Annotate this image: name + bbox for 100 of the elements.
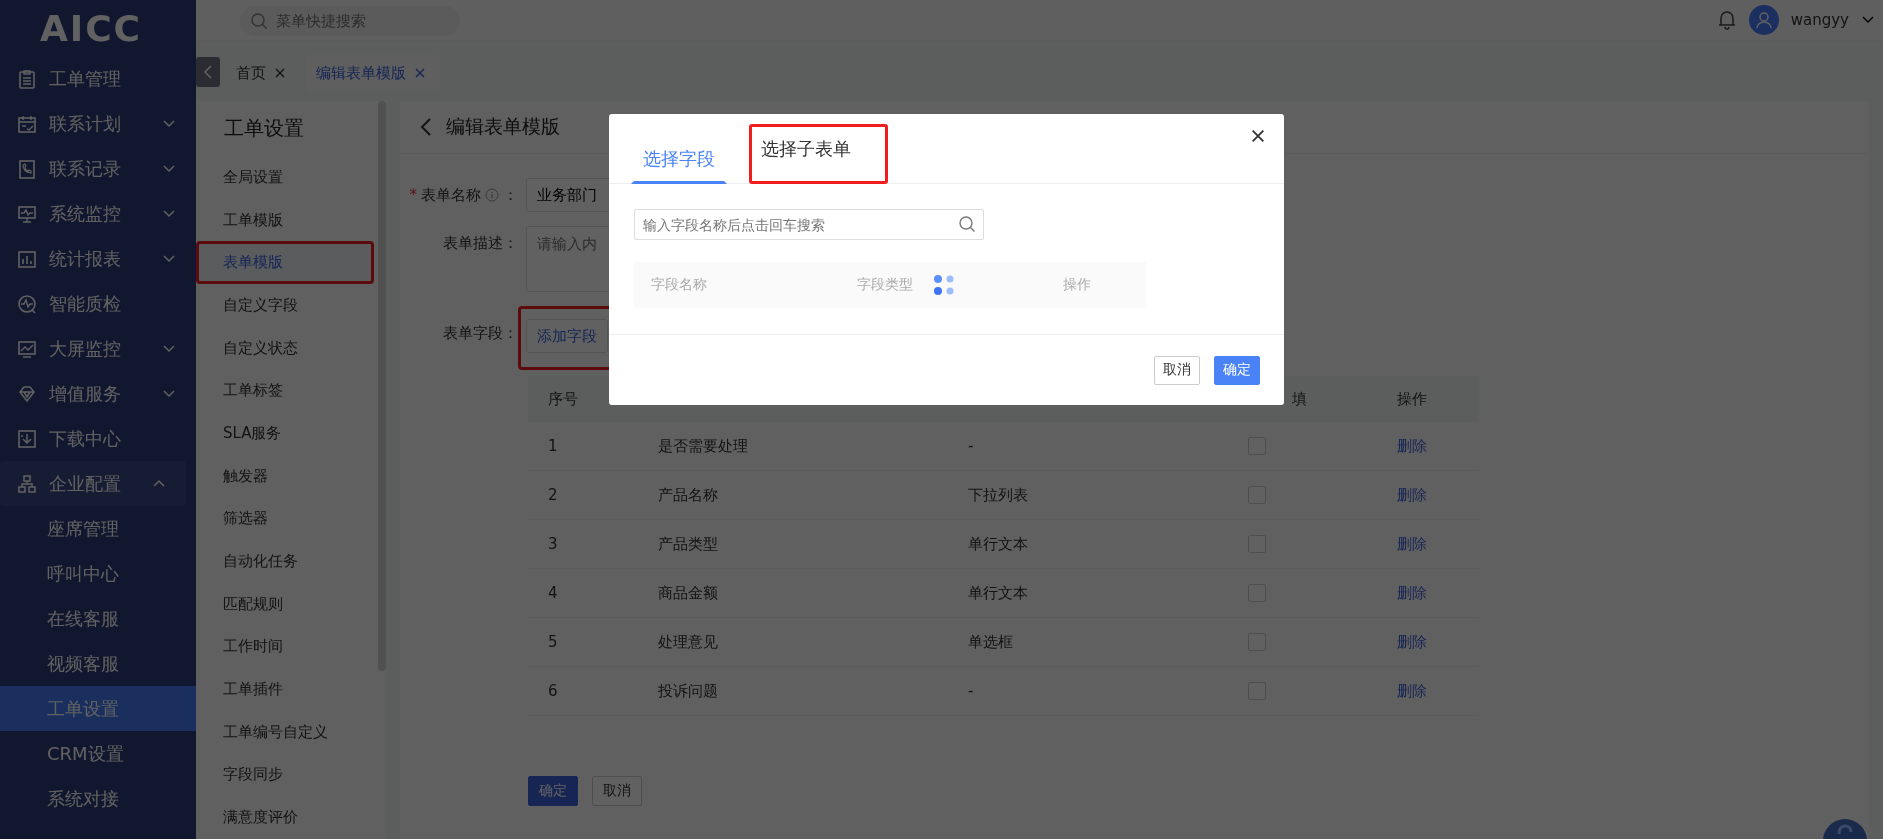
field-search-input[interactable]: 输入字段名称后点击回车搜索 — [634, 209, 984, 240]
table-cell: - — [948, 422, 1228, 471]
delete-link[interactable]: 删除 — [1397, 681, 1427, 700]
table-cell: 1 — [528, 422, 638, 471]
settings-menu-item[interactable]: 自动化任务 — [196, 540, 374, 583]
table-cell: 单选框 — [948, 617, 1228, 667]
nav-subitem[interactable]: 在线客服 — [0, 596, 196, 641]
settings-menu-item[interactable]: 字段同步 — [196, 753, 374, 797]
settings-menu-item[interactable]: 工单编号自定义 — [196, 710, 374, 754]
page-title: 编辑表单模版 — [446, 114, 560, 139]
org-chart-icon — [17, 473, 37, 494]
bar-chart-icon — [17, 248, 37, 269]
table-cell: 处理意见 — [638, 617, 948, 667]
nav-item[interactable]: 增值服务 — [0, 371, 196, 416]
table-cell: 4 — [528, 568, 638, 618]
trend-screen-icon — [17, 338, 37, 359]
table-cell: 是否需要处理 — [638, 422, 948, 471]
field-label: 表单描述： — [443, 233, 518, 253]
nav-subitem[interactable]: 座席管理 — [0, 506, 196, 551]
clipboard-icon — [17, 68, 37, 89]
table-cell: 商品金额 — [638, 568, 948, 618]
monitor-icon — [17, 203, 37, 224]
confirm-button[interactable]: 确定 — [528, 776, 578, 806]
add-field-button[interactable]: 添加字段 — [526, 319, 608, 353]
nav-item[interactable]: 下载中心 — [0, 416, 196, 461]
info-icon — [485, 188, 499, 202]
chevron-left-icon — [203, 65, 213, 79]
table-cell: 2 — [528, 470, 638, 520]
nav-item[interactable]: 智能质检 — [0, 281, 196, 326]
cancel-button[interactable]: 取消 — [592, 776, 642, 806]
column-header: 填 — [1292, 389, 1307, 408]
menu-title: 工单设置 — [223, 115, 305, 142]
column-header: 操作 — [1397, 389, 1427, 408]
settings-menu-item[interactable]: 满意度评价 — [196, 796, 374, 839]
nav-item[interactable]: 工单管理 — [0, 56, 196, 101]
settings-menu-item[interactable]: 自定义字段 — [196, 284, 374, 327]
table-cell: 5 — [528, 617, 638, 667]
delete-link[interactable]: 删除 — [1397, 534, 1427, 553]
delete-link[interactable]: 删除 — [1397, 485, 1427, 504]
close-icon[interactable] — [1250, 128, 1266, 144]
nav-item[interactable]: 系统监控 — [0, 191, 196, 236]
confirm-button[interactable]: 确定 — [1214, 355, 1260, 385]
settings-menu-item[interactable]: 表单模版 — [196, 241, 374, 285]
settings-menu-item[interactable]: 工作时间 — [196, 625, 374, 669]
table-cell: 下拉列表 — [948, 470, 1228, 520]
column-header: 序号 — [548, 389, 578, 408]
field-label: 表单名称 — [421, 185, 481, 205]
pulse-icon — [17, 293, 37, 314]
diamond-icon — [17, 383, 37, 404]
delete-link[interactable]: 删除 — [1397, 436, 1427, 455]
dialog-tab[interactable]: 选择子表单 — [749, 124, 888, 184]
nav-subitem[interactable]: CRM设置 — [0, 731, 196, 776]
nav-subitem[interactable]: 工单设置 — [0, 686, 196, 731]
delete-link[interactable]: 删除 — [1397, 583, 1427, 602]
search-icon — [250, 12, 268, 30]
settings-menu-item[interactable]: 匹配规则 — [196, 582, 374, 626]
dialog-tab[interactable]: 选择字段 — [631, 134, 727, 184]
table-cell: 投诉问题 — [638, 666, 948, 716]
download-icon — [17, 428, 37, 449]
label-colon: ： — [503, 185, 518, 205]
nav-subitem[interactable]: 视频客服 — [0, 641, 196, 686]
required-asterisk: * — [409, 186, 417, 204]
search-icon[interactable] — [958, 215, 976, 233]
help-icon[interactable] — [1822, 818, 1868, 839]
delete-link[interactable]: 删除 — [1397, 632, 1427, 651]
calendar-icon — [17, 113, 37, 134]
nav-subitem[interactable]: 系统对接 — [0, 776, 196, 821]
field-label: 表单字段： — [443, 323, 518, 343]
table-cell: 产品名称 — [638, 470, 948, 520]
nav-item[interactable]: 联系计划 — [0, 101, 196, 146]
phone-record-icon — [17, 158, 37, 179]
table-cell: 产品类型 — [638, 519, 948, 569]
nav-subitem[interactable]: 呼叫中心 — [0, 551, 196, 596]
settings-menu-item[interactable]: 工单模版 — [196, 198, 374, 242]
column-header: 操作 — [1063, 276, 1092, 294]
cancel-button[interactable]: 取消 — [1154, 355, 1200, 385]
table-cell: 单行文本 — [948, 519, 1228, 569]
nav-item[interactable]: 大屏监控 — [0, 326, 196, 371]
table-cell: - — [948, 666, 1228, 716]
app-logo: AICC — [38, 6, 144, 51]
nav-item[interactable]: 联系记录 — [0, 146, 196, 191]
user-name[interactable]: wangyy — [1790, 11, 1849, 29]
nav-item[interactable]: 统计报表 — [0, 236, 196, 281]
settings-menu-item[interactable]: 工单标签 — [196, 369, 374, 413]
avatar-icon — [1748, 5, 1779, 35]
settings-menu-item[interactable]: 筛选器 — [196, 497, 374, 541]
column-header: 字段类型 — [857, 276, 914, 294]
collapse-button[interactable] — [196, 57, 220, 87]
settings-menu-item[interactable]: 全局设置 — [196, 156, 374, 199]
settings-menu-item[interactable]: SLA服务 — [196, 412, 374, 455]
settings-menu-item[interactable]: 自定义状态 — [196, 326, 374, 370]
table-cell: 6 — [528, 666, 638, 716]
table-cell: 3 — [528, 519, 638, 569]
table-cell: 单行文本 — [948, 568, 1228, 618]
bell-icon[interactable] — [1716, 9, 1737, 31]
settings-menu-item[interactable]: 触发器 — [196, 454, 374, 498]
nav-item[interactable]: 企业配置 — [0, 461, 186, 506]
page-tab[interactable]: 首页 — [226, 55, 300, 91]
column-header: 字段名称 — [651, 276, 708, 294]
settings-menu-item[interactable]: 工单插件 — [196, 668, 374, 711]
